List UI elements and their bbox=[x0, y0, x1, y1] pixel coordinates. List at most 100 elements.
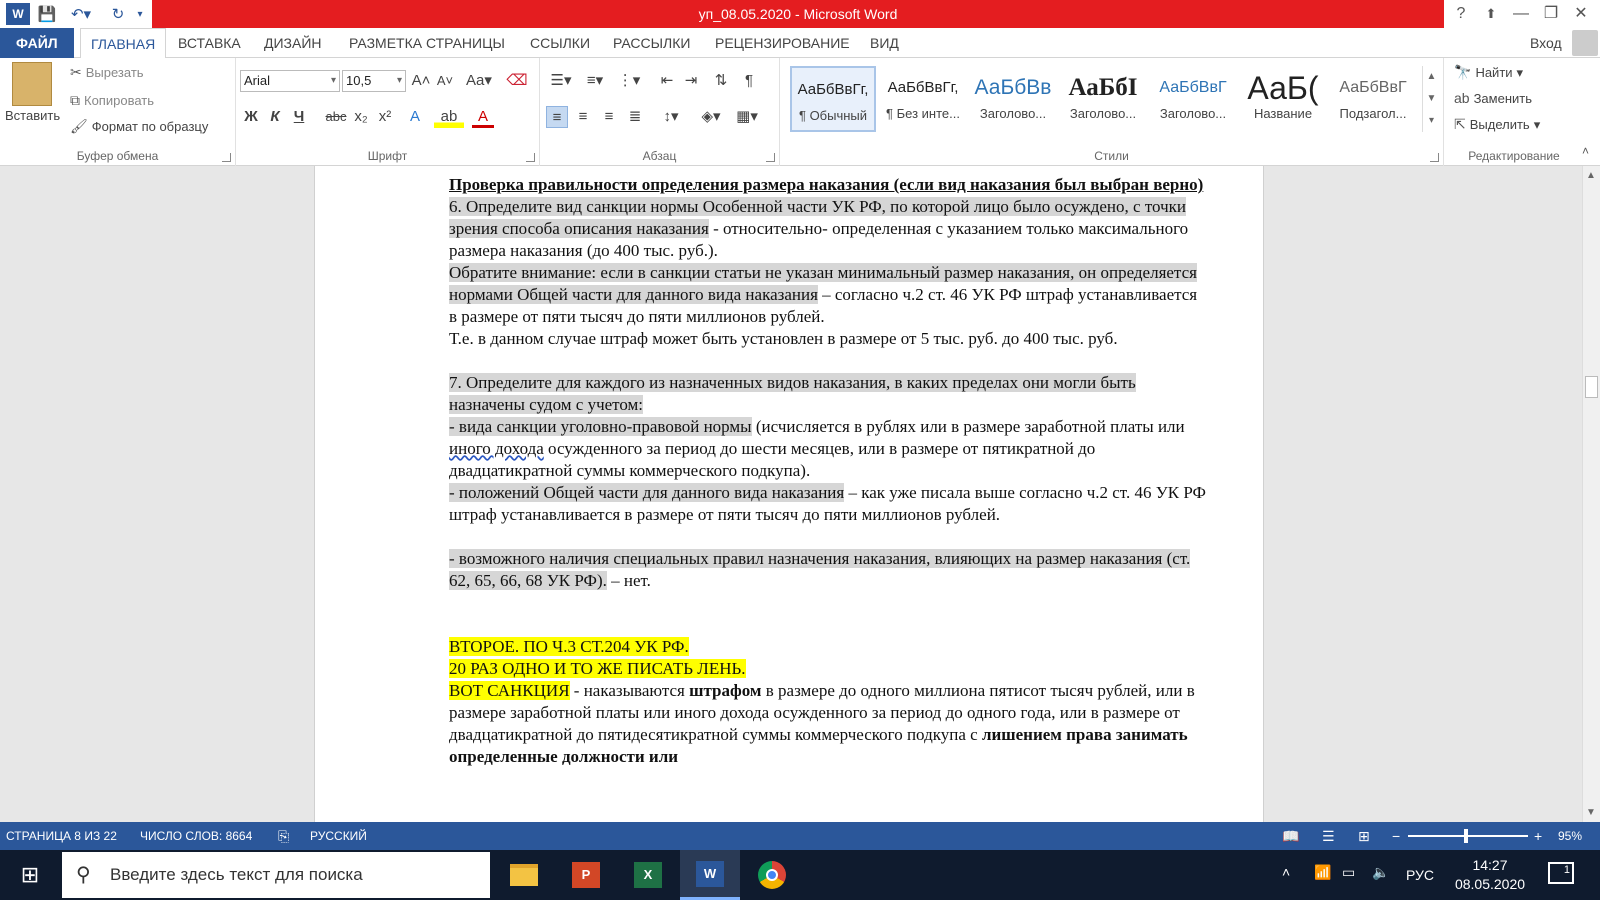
increase-indent-icon[interactable]: ⇥ bbox=[680, 70, 702, 92]
bold-button[interactable]: Ж bbox=[240, 106, 262, 128]
copy-button[interactable]: ⧉ Копировать bbox=[70, 92, 154, 109]
tab-review[interactable]: РЕЦЕНЗИРОВАНИЕ bbox=[715, 28, 850, 58]
tab-view[interactable]: ВИД bbox=[870, 28, 899, 58]
excel-icon[interactable]: X bbox=[618, 850, 678, 900]
tab-file[interactable]: ФАЙЛ bbox=[0, 28, 74, 58]
restore-button[interactable]: ❐ bbox=[1536, 0, 1566, 28]
zoom-level[interactable]: 95% bbox=[1558, 822, 1582, 850]
zoom-slider[interactable] bbox=[1408, 835, 1528, 837]
italic-button[interactable]: К bbox=[264, 106, 286, 128]
replace-button[interactable]: ab Заменить bbox=[1454, 90, 1532, 106]
grow-font-icon[interactable]: A˄ bbox=[410, 70, 432, 92]
clipboard-launcher-icon[interactable] bbox=[222, 153, 231, 162]
decrease-indent-icon[interactable]: ⇤ bbox=[656, 70, 678, 92]
help-button[interactable]: ? bbox=[1446, 0, 1476, 28]
taskbar-search[interactable]: ⚲ Введите здесь текст для поиска bbox=[62, 852, 490, 898]
document-text[interactable]: Проверка правильности определения размер… bbox=[449, 174, 1209, 768]
explorer-icon[interactable] bbox=[494, 850, 554, 900]
avatar[interactable] bbox=[1572, 30, 1598, 56]
volume-icon[interactable]: 🔈 bbox=[1372, 864, 1389, 881]
web-layout-icon[interactable]: ⊞ bbox=[1358, 822, 1370, 850]
strikethrough-button[interactable]: abc bbox=[322, 106, 350, 128]
tab-home[interactable]: ГЛАВНАЯ bbox=[80, 28, 167, 59]
align-right-icon[interactable]: ≡ bbox=[598, 106, 620, 128]
subscript-button[interactable]: x₂ bbox=[350, 106, 372, 128]
pilcrow-icon[interactable]: ¶ bbox=[738, 70, 760, 92]
zoom-out-icon[interactable]: − bbox=[1392, 822, 1400, 850]
redo-icon[interactable]: ↻ bbox=[106, 4, 130, 24]
word-count[interactable]: ЧИСЛО СЛОВ: 8664 bbox=[140, 822, 252, 850]
network-icon[interactable]: 📶 bbox=[1314, 864, 1331, 881]
change-case-icon[interactable]: Aa▾ bbox=[464, 70, 494, 92]
notification-icon[interactable]: 1 bbox=[1548, 862, 1574, 884]
align-left-icon[interactable]: ≡ bbox=[546, 106, 568, 128]
font-color-icon[interactable]: A bbox=[472, 106, 494, 128]
select-button[interactable]: ⇱ Выделить ▾ bbox=[1454, 116, 1540, 133]
zoom-in-icon[interactable]: + bbox=[1534, 822, 1542, 850]
bullets-icon[interactable]: ☰▾ bbox=[546, 70, 576, 92]
text-effects-icon[interactable]: A bbox=[404, 106, 426, 128]
tab-mailings[interactable]: РАССЫЛКИ bbox=[613, 28, 690, 58]
scroll-down-icon[interactable]: ▼ bbox=[1586, 807, 1596, 818]
style-heading2[interactable]: АаБбІ Заголово... bbox=[1060, 66, 1146, 132]
superscript-button[interactable]: x² bbox=[374, 106, 396, 128]
tab-layout[interactable]: РАЗМЕТКА СТРАНИЦЫ bbox=[349, 28, 505, 58]
numbering-icon[interactable]: ≡▾ bbox=[580, 70, 610, 92]
font-name-box[interactable]: Arial bbox=[240, 70, 340, 92]
line-spacing-icon[interactable]: ↕▾ bbox=[656, 106, 686, 128]
sort-icon[interactable]: ⇅ bbox=[710, 70, 732, 92]
language-status[interactable]: РУССКИЙ bbox=[310, 822, 367, 850]
shrink-font-icon[interactable]: A˅ bbox=[434, 70, 456, 92]
minimize-button[interactable]: — bbox=[1506, 0, 1536, 28]
scroll-up-icon[interactable]: ▲ bbox=[1586, 170, 1596, 181]
tab-insert[interactable]: ВСТАВКА bbox=[178, 28, 241, 58]
powerpoint-icon[interactable]: P bbox=[556, 850, 616, 900]
clock[interactable]: 14:27 08.05.2020 bbox=[1450, 856, 1530, 894]
font-launcher-icon[interactable] bbox=[526, 153, 535, 162]
style-normal[interactable]: АаБбВвГг, ¶ Обычный bbox=[790, 66, 876, 132]
font-size-box[interactable]: 10,5 bbox=[342, 70, 406, 92]
clear-format-icon[interactable]: ⌫ bbox=[506, 70, 528, 92]
document-page[interactable]: Проверка правильности определения размер… bbox=[314, 166, 1264, 822]
read-mode-icon[interactable]: 📖 bbox=[1282, 822, 1299, 850]
customize-qat-icon[interactable]: ▾ bbox=[134, 4, 146, 24]
highlight-icon[interactable]: ab bbox=[434, 106, 464, 128]
proofing-icon[interactable]: ⎘ bbox=[278, 822, 289, 850]
cut-button[interactable]: ✂ Вырезать bbox=[70, 64, 144, 81]
paste-icon[interactable] bbox=[12, 62, 52, 106]
input-language[interactable]: РУС bbox=[1406, 850, 1434, 900]
collapse-ribbon-icon[interactable]: ˄ bbox=[1582, 144, 1589, 158]
multilevel-list-icon[interactable]: ⋮▾ bbox=[614, 70, 644, 92]
paste-button[interactable]: Вставить bbox=[5, 108, 60, 123]
sign-in-link[interactable]: Вход bbox=[1530, 28, 1562, 58]
shading-icon[interactable]: ◈▾ bbox=[696, 106, 726, 128]
style-subtitle[interactable]: АаБбВвГ Подзагол... bbox=[1330, 66, 1416, 132]
tab-design[interactable]: ДИЗАЙН bbox=[264, 28, 322, 58]
tab-references[interactable]: ССЫЛКИ bbox=[530, 28, 590, 58]
justify-icon[interactable]: ≣ bbox=[624, 106, 646, 128]
word-taskbar-icon[interactable]: W bbox=[680, 850, 740, 900]
zoom-slider-thumb[interactable] bbox=[1464, 829, 1468, 843]
borders-icon[interactable]: ▦▾ bbox=[732, 106, 762, 128]
styles-scroll[interactable]: ▲ ▼ ▾ bbox=[1422, 66, 1440, 132]
chevron-up-icon[interactable]: ˄ bbox=[1282, 864, 1290, 880]
format-painter-button[interactable]: 🖌 Формат по образцу bbox=[70, 118, 208, 135]
underline-button[interactable]: Ч bbox=[288, 106, 310, 128]
vertical-scrollbar[interactable]: ▲ ▼ bbox=[1582, 166, 1600, 822]
find-button[interactable]: 🔭 Найти ▾ bbox=[1454, 64, 1523, 81]
undo-icon[interactable]: ↶▾ bbox=[66, 4, 96, 24]
style-no-spacing[interactable]: АаБбВвГг, ¶ Без инте... bbox=[880, 66, 966, 132]
paragraph-launcher-icon[interactable] bbox=[766, 153, 775, 162]
style-heading1[interactable]: АаБбВв Заголово... bbox=[970, 66, 1056, 132]
chrome-icon[interactable] bbox=[742, 850, 802, 900]
ribbon-display-icon[interactable]: ⬆ bbox=[1476, 0, 1506, 28]
close-button[interactable]: ✕ bbox=[1566, 0, 1596, 28]
style-title[interactable]: АаБ(Название bbox=[1240, 66, 1326, 132]
battery-icon[interactable]: ▭ bbox=[1342, 864, 1355, 881]
styles-launcher-icon[interactable] bbox=[1430, 153, 1439, 162]
align-center-icon[interactable]: ≡ bbox=[572, 106, 594, 128]
style-heading3[interactable]: АаБбВвГ Заголово... bbox=[1150, 66, 1236, 132]
page-count[interactable]: СТРАНИЦА 8 ИЗ 22 bbox=[6, 822, 117, 850]
windows-start-icon[interactable]: ⊞ bbox=[0, 850, 60, 900]
scroll-thumb[interactable] bbox=[1585, 376, 1598, 398]
